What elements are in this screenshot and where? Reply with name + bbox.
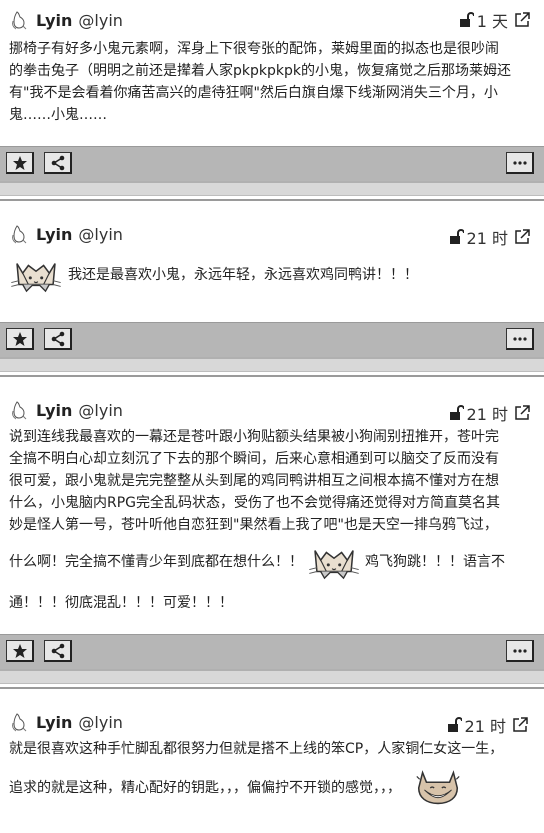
more-button[interactable]: [506, 328, 534, 350]
more-icon: [512, 648, 527, 653]
favorite-button[interactable]: [6, 152, 34, 174]
post-separator: [0, 181, 544, 196]
unlock-icon: [459, 12, 474, 27]
avatar[interactable]: [8, 399, 30, 421]
post-time[interactable]: 21 时: [465, 713, 506, 737]
post-line: 我还是最喜欢小鬼，永远年轻，永远喜欢鸡同鸭讲！！！: [68, 267, 418, 283]
share-button[interactable]: [44, 640, 72, 662]
post-meta: 1 天: [458, 8, 530, 32]
post-line: 就是很喜欢这种手忙脚乱都很努力但就是搭不上线的笨CP，人家铜仁女这一生，: [9, 741, 504, 757]
post-body: 我还是最喜欢小鬼，永远年轻，永远喜欢鸡同鸭讲！！！: [9, 256, 530, 294]
favorite-button[interactable]: [6, 328, 34, 350]
post-line: 很可爱，跟小鬼就是完完整整从头到尾的鸡同鸭讲相互之间根本搞不懂对方在想: [9, 473, 499, 489]
favorite-button[interactable]: [6, 640, 34, 662]
post-separator: [0, 357, 544, 372]
post-time[interactable]: 21 时: [467, 225, 508, 249]
post-2: Lyin @lyin 21 时 我还是最喜欢小鬼，永远年轻，永远喜欢鸡同鸭讲！！…: [0, 208, 544, 322]
post-body: 就是很喜欢这种手忙脚乱都很努力但就是搭不上线的笨CP，人家铜仁女这一生， 追求的…: [9, 738, 530, 810]
star-icon: [12, 155, 27, 170]
cat-sticker-icon: [411, 768, 465, 808]
post-body: 挪椅子有好多小鬼元素啊，浑身上下很夸张的配饰，莱姆里面的拟态也是很吵闹 的拳击兔…: [9, 38, 530, 126]
share-button[interactable]: [44, 328, 72, 350]
post-line: 妙是怪人第一号，苍叶听他自恋狂到"果然看上我了吧"也是天空一排乌鸦飞过，: [9, 517, 498, 533]
more-button[interactable]: [506, 640, 534, 662]
post-time[interactable]: 1 天: [477, 8, 508, 32]
post-line: 挪椅子有好多小鬼元素啊，浑身上下很夸张的配饰，莱姆里面的拟态也是很吵闹: [9, 41, 499, 57]
post-separator: [0, 669, 544, 684]
cat-sticker-icon: [9, 256, 63, 294]
user-handle[interactable]: @lyin: [78, 225, 123, 244]
user-name[interactable]: Lyin: [36, 225, 72, 244]
post-line: 通！！！彻底混乱！！！可爱！！！: [9, 595, 233, 611]
post-line: 追求的就是这种，精心配好的钥匙，，，偏偏拧不开锁的感觉，，，: [9, 780, 401, 796]
unlock-icon: [449, 405, 464, 420]
external-link-icon[interactable]: [514, 405, 530, 421]
more-icon: [512, 160, 527, 165]
unlock-icon: [449, 229, 464, 244]
external-link-icon[interactable]: [514, 12, 530, 28]
avatar[interactable]: [8, 9, 30, 31]
share-icon: [51, 643, 64, 658]
post-line-with-sticker: 追求的就是这种，精心配好的钥匙，，，偏偏拧不开锁的感觉，，，: [9, 766, 530, 810]
user-handle[interactable]: @lyin: [78, 11, 123, 30]
post-line-with-sticker: 什么啊！完全搞不懂青少年到底都在想什么！！ 鸡飞狗跳！！！语言不: [9, 542, 530, 582]
post-meta: 21 时: [446, 713, 528, 737]
user-name[interactable]: Lyin: [36, 713, 72, 732]
star-icon: [12, 643, 27, 658]
post-line: 鬼……小鬼……: [9, 107, 107, 123]
post-body: 说到连线我最喜欢的一幕还是苍叶跟小狗贴额头结果被小狗闹别扭推开，苍叶完 全搞不明…: [9, 426, 530, 614]
user-name[interactable]: Lyin: [36, 11, 72, 30]
star-icon: [12, 331, 27, 346]
avatar[interactable]: [8, 223, 30, 245]
more-icon: [512, 336, 527, 341]
post-line: 说到连线我最喜欢的一幕还是苍叶跟小狗贴额头结果被小狗闹别扭推开，苍叶完: [9, 429, 499, 445]
post-line: 有"我不是会看着你痛苦高兴的虐待狂啊"然后白旗自爆下线渐网消失三个月，小: [9, 85, 498, 101]
more-button[interactable]: [506, 152, 534, 174]
post-4: Lyin @lyin 21 时 就是很喜欢这种手忙脚乱都很努力但就是搭不上线的笨…: [0, 696, 544, 833]
post-line: 鸡飞狗跳！！！语言不: [365, 554, 505, 570]
share-icon: [51, 155, 64, 170]
cat-sticker-icon: [307, 543, 361, 581]
post-line: 什么啊！完全搞不懂青少年到底都在想什么！！: [9, 554, 303, 570]
post-line: 什么，小鬼脑内RPG完全乱码状态，受伤了也不会觉得痛还觉得对方简直莫名其: [9, 495, 501, 511]
share-button[interactable]: [44, 152, 72, 174]
post-line: 全搞不明白心却立刻沉了下去的那个瞬间，后来心意相通到可以脑交了反而没有: [9, 451, 499, 467]
post-line: 的拳击兔子（明明之前还是撵着人家pkpkpkpk的小鬼，恢复痛觉之后那场莱姆还: [9, 63, 511, 79]
post-time[interactable]: 21 时: [467, 401, 508, 425]
post-actions-bar: [0, 634, 544, 669]
unlock-icon: [447, 717, 462, 732]
post-3: Lyin @lyin 21 时 说到连线我最喜欢的一幕还是苍叶跟小狗贴额头结果被…: [0, 384, 544, 634]
post-1: Lyin @lyin 1 天 挪椅子有好多小鬼元素啊，浑身上下很夸张的配饰，莱姆…: [0, 0, 544, 148]
post-meta: 21 时: [448, 225, 530, 249]
post-meta: 21 时: [448, 401, 530, 425]
user-handle[interactable]: @lyin: [78, 713, 123, 732]
post-actions-bar: [0, 146, 544, 181]
external-link-icon[interactable]: [514, 229, 530, 245]
user-name[interactable]: Lyin: [36, 401, 72, 420]
external-link-icon[interactable]: [512, 717, 528, 733]
divider: [0, 375, 544, 377]
divider: [0, 687, 544, 689]
post-actions-bar: [0, 322, 544, 357]
avatar[interactable]: [8, 711, 30, 733]
share-icon: [51, 331, 64, 346]
user-handle[interactable]: @lyin: [78, 401, 123, 420]
divider: [0, 199, 544, 201]
